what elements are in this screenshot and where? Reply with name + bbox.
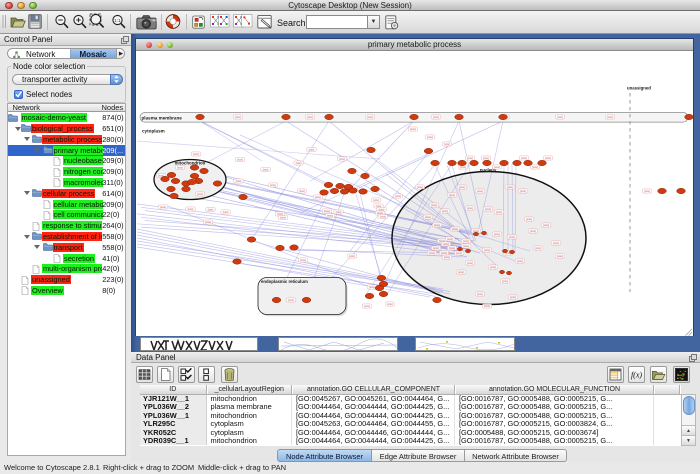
svg-text:(xxx): (xxx) [557, 254, 563, 258]
svg-text:(xxx): (xxx) [442, 209, 448, 213]
svg-text:(xxx): (xxx) [458, 270, 464, 274]
svg-text:(xxx): (xxx) [160, 205, 166, 209]
svg-text:(xxx): (xxx) [509, 235, 515, 239]
svg-text:plasma membrane: plasma membrane [142, 116, 183, 121]
svg-text:(xxx): (xxx) [444, 255, 450, 259]
svg-text:(xxx): (xxx) [607, 115, 613, 119]
svg-text:(xxx): (xxx) [336, 210, 342, 214]
svg-text:(xxx): (xxx) [425, 215, 431, 219]
svg-text:mitochondrion: mitochondrion [175, 161, 206, 166]
svg-text:(xxx): (xxx) [502, 279, 508, 283]
svg-text:(xxx): (xxx) [496, 210, 502, 214]
svg-text:(xxx): (xxx) [263, 168, 269, 172]
svg-text:(xxx): (xxx) [433, 115, 439, 119]
svg-text:(xxx): (xxx) [463, 244, 469, 248]
svg-text:(xxx): (xxx) [526, 217, 532, 221]
svg-text:(xxx): (xxx) [177, 166, 183, 170]
svg-text:(xxx): (xxx) [484, 304, 490, 308]
svg-text:(xxx): (xxx) [463, 239, 469, 243]
svg-text:(xxx): (xxx) [557, 115, 563, 119]
svg-text:(xxx): (xxx) [484, 248, 490, 252]
svg-text:(xxx): (xxx) [467, 206, 473, 210]
svg-text:(xxx): (xxx) [299, 189, 305, 193]
svg-text:(xxx): (xxx) [494, 165, 500, 169]
svg-text:(xxx): (xxx) [315, 195, 321, 199]
svg-text:(xxx): (xxx) [237, 158, 243, 162]
svg-text:(xxx): (xxx) [456, 251, 462, 255]
svg-text:(xxx): (xxx) [467, 261, 473, 265]
svg-text:(xxx): (xxx) [644, 189, 650, 193]
svg-text:(xxx): (xxx) [387, 302, 393, 306]
svg-text:(xxx): (xxx) [349, 254, 355, 258]
svg-text:(xxx): (xxx) [427, 135, 433, 139]
svg-text:(xxx): (xxx) [449, 246, 455, 250]
svg-text:endoplasmic reticulum: endoplasmic reticulum [261, 279, 308, 284]
svg-text:(xxx): (xxx) [364, 304, 370, 308]
svg-text:(xxx): (xxx) [517, 259, 523, 263]
svg-text:(xxx): (xxx) [520, 189, 526, 193]
svg-text:(xxx): (xxx) [369, 285, 375, 289]
svg-text:(xxx): (xxx) [490, 265, 496, 269]
svg-text:(xxx): (xxx) [483, 156, 489, 160]
svg-text:(xxx): (xxx) [443, 242, 449, 246]
svg-text:(xxx): (xxx) [417, 185, 423, 189]
svg-text:f(x): f(x) [631, 370, 642, 379]
svg-text:(xxx): (xxx) [477, 292, 483, 296]
svg-text:(xxx): (xxx) [449, 193, 455, 197]
svg-text:(xxx): (xxx) [280, 216, 286, 220]
svg-text:(xxx): (xxx) [477, 189, 483, 193]
svg-text:(xxx): (xxx) [434, 223, 440, 227]
svg-text:(xxx): (xxx) [444, 142, 450, 146]
svg-text:(xxx): (xxx) [188, 207, 194, 211]
svg-text:(xxx): (xxx) [197, 192, 203, 196]
svg-text:(xxx): (xxx) [467, 156, 473, 160]
svg-text:(xxx): (xxx) [532, 165, 538, 169]
svg-text:(xxx): (xxx) [543, 223, 549, 227]
svg-text:cytoplasm: cytoplasm [142, 129, 165, 134]
svg-text:(xxx): (xxx) [485, 207, 491, 211]
svg-text:(xxx): (xxx) [193, 152, 199, 156]
svg-text:(xxx): (xxx) [307, 115, 313, 119]
svg-text:(xxx): (xxx) [288, 298, 294, 302]
svg-text:(xxx): (xxx) [324, 209, 330, 213]
svg-text:(xxx): (xxx) [545, 156, 551, 160]
svg-text:(xxx): (xxx) [235, 115, 241, 119]
svg-text:(xxx): (xxx) [205, 220, 211, 224]
svg-text:(xxx): (xxx) [296, 161, 302, 165]
svg-text:(xxx): (xxx) [339, 157, 345, 161]
svg-text:(xxx): (xxx) [507, 185, 513, 189]
svg-text:(xxx): (xxx) [494, 232, 500, 236]
svg-text:(xxx): (xxx) [452, 227, 458, 231]
svg-text:(xxx): (xxx) [395, 194, 401, 198]
svg-text:(xxx): (xxx) [327, 214, 333, 218]
svg-text:(xxx): (xxx) [521, 156, 527, 160]
svg-text:(xxx): (xxx) [431, 203, 437, 207]
svg-text:(xxx): (xxx) [208, 208, 214, 212]
svg-text:1:1: 1:1 [114, 18, 121, 23]
svg-text:(xxx): (xxx) [236, 179, 242, 183]
svg-text:(xxx): (xxx) [270, 183, 276, 187]
svg-text:(xxx): (xxx) [223, 210, 229, 214]
svg-text:(xxx): (xxx) [373, 198, 379, 202]
svg-text:(xxx): (xxx) [441, 251, 447, 255]
svg-text:(xxx): (xxx) [410, 127, 416, 131]
svg-text:(xxx): (xxx) [553, 241, 559, 245]
svg-text:(xxx): (xxx) [530, 229, 536, 233]
svg-text:(xxx): (xxx) [429, 251, 435, 255]
svg-text:(xxx): (xxx) [433, 246, 439, 250]
svg-text:(xxx): (xxx) [510, 295, 516, 299]
svg-text:(xxx): (xxx) [380, 215, 386, 219]
svg-text:(xxx): (xxx) [459, 185, 465, 189]
svg-text:(xxx): (xxx) [309, 148, 315, 152]
svg-text:unassigned: unassigned [627, 86, 651, 91]
svg-text:(xxx): (xxx) [367, 115, 373, 119]
svg-text:(xxx): (xxx) [535, 246, 541, 250]
svg-text:(xxx): (xxx) [447, 237, 453, 241]
svg-text:(xxx): (xxx) [300, 258, 306, 262]
